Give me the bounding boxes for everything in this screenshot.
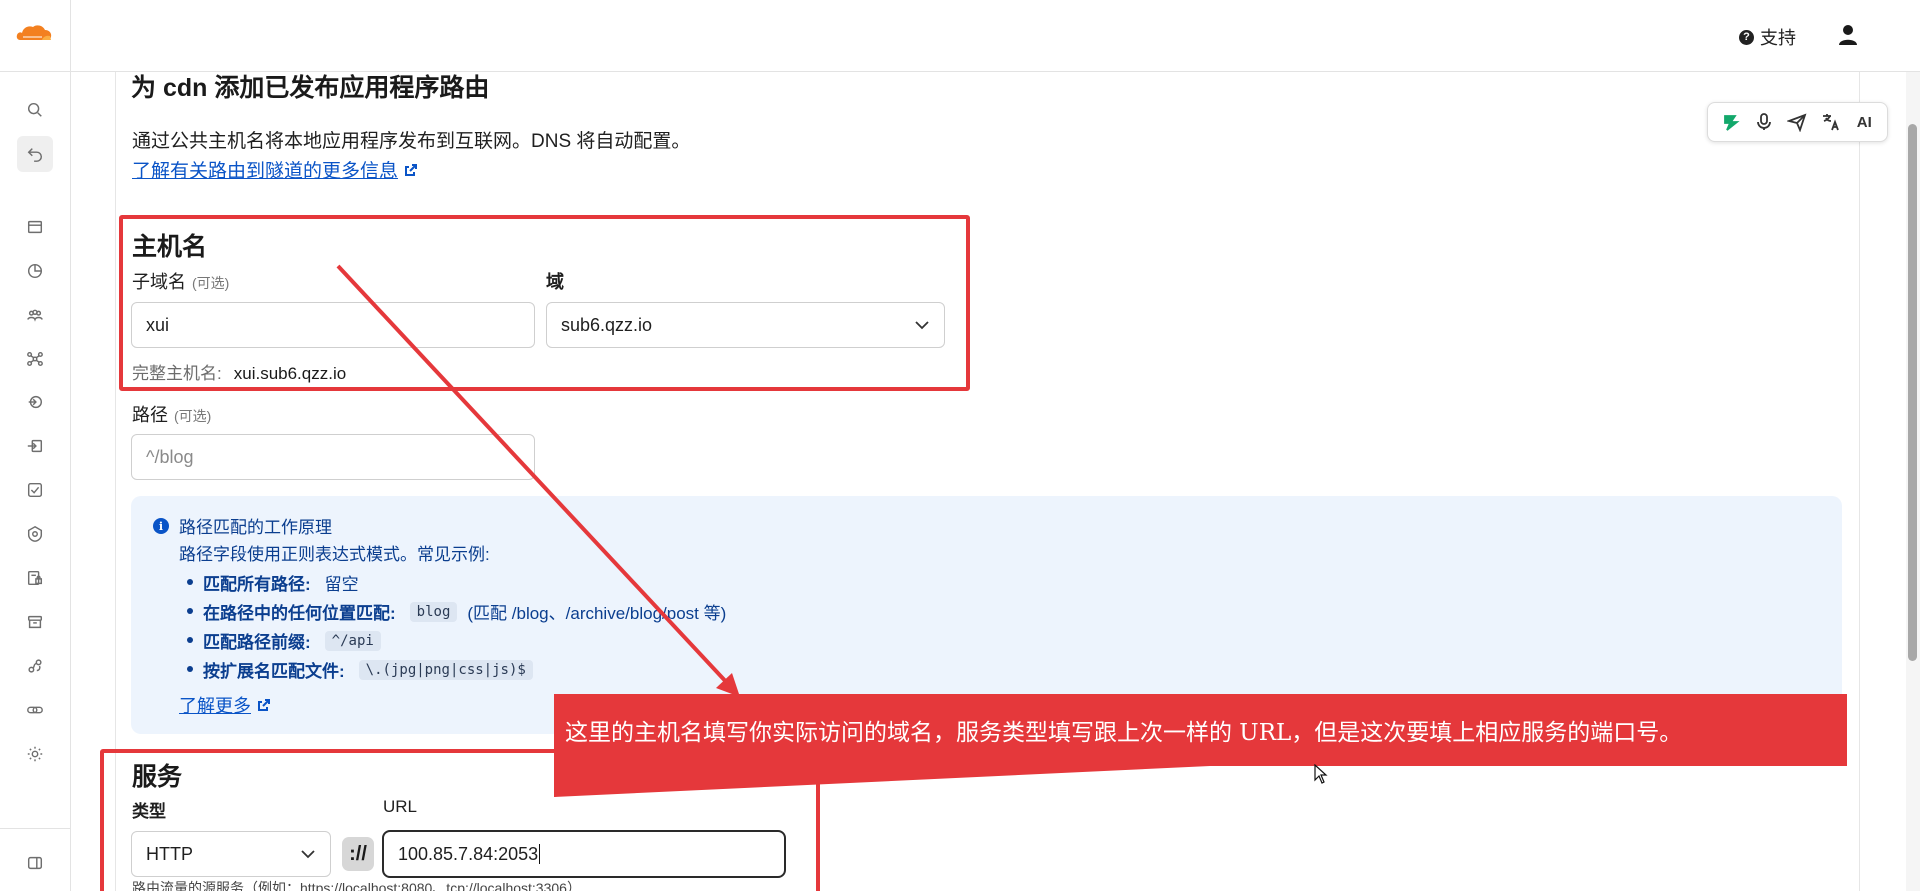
user-account-icon[interactable] — [1838, 24, 1858, 46]
info-subtitle: 路径字段使用正则表达式模式。常见示例: — [179, 545, 490, 564]
integrations-icon[interactable] — [17, 648, 53, 684]
pie-chart-icon[interactable] — [17, 253, 53, 289]
service-type-label: 类型 — [132, 802, 166, 821]
code-snippet: ^/api — [324, 630, 381, 651]
service-url-input[interactable]: 100.85.7.84:2053 — [382, 830, 786, 878]
routing-docs-link-label: 了解有关路由到隧道的更多信息 — [132, 161, 399, 182]
mouse-cursor-icon — [1314, 764, 1328, 784]
main-content: 为 cdn 添加已发布应用程序路由 通过公共主机名将本地应用程序发布到互联网。D… — [71, 72, 1920, 891]
help-icon: ? — [1739, 29, 1754, 45]
hostname-section-title: 主机名 — [132, 233, 208, 261]
full-hostname-value: xui.sub6.qzz.io — [233, 364, 347, 383]
annotation-callout: 这里的主机名填写你实际访问的域名，服务类型填写跟上次一样的 URL，但是这次要填… — [554, 694, 1847, 766]
protocol-separator: :// — [342, 837, 374, 871]
back-icon[interactable] — [17, 136, 53, 172]
text-caret — [539, 844, 541, 864]
code-snippet: \.(jpg|png|css|js)$ — [358, 659, 533, 680]
external-link-icon — [405, 163, 418, 176]
login-icon[interactable] — [17, 428, 53, 464]
floating-toolbar: AI — [1707, 102, 1888, 142]
list-item: 匹配路径前缀: ^/api — [179, 626, 726, 655]
translate-icon[interactable] — [1819, 110, 1843, 134]
page-title: 为 cdn 添加已发布应用程序路由 — [131, 74, 490, 102]
info-icon: i — [153, 518, 169, 534]
link-icon[interactable] — [17, 692, 53, 728]
service-type-select[interactable]: HTTP — [131, 831, 331, 877]
archive-icon[interactable] — [17, 604, 53, 640]
url-label: URL — [383, 797, 418, 816]
sidebar-toggle-icon[interactable] — [17, 845, 53, 881]
domain-select[interactable]: sub6.qzz.io — [546, 302, 945, 348]
support-label: 支持 — [1760, 28, 1796, 48]
shield-icon[interactable] — [17, 516, 53, 552]
path-label: 路径 (可选) — [132, 405, 212, 425]
domain-label: 域 — [546, 272, 564, 292]
users-icon[interactable] — [17, 297, 53, 333]
list-item: 匹配所有路径: 留空 — [179, 568, 726, 597]
browser-window-icon[interactable] — [17, 209, 53, 245]
path-input[interactable]: ^/blog — [131, 434, 535, 480]
ai-text-icon[interactable]: AI — [1852, 110, 1876, 134]
list-item: 按扩展名匹配文件: \.(jpg|png|css|js)$ — [179, 655, 726, 684]
page-description: 通过公共主机名将本地应用程序发布到互联网。DNS 将自动配置。 — [132, 131, 691, 152]
subdomain-input[interactable]: xui — [131, 302, 535, 348]
tunnel-route-icon[interactable] — [17, 384, 53, 420]
document-lock-icon[interactable] — [17, 560, 53, 596]
network-icon[interactable] — [17, 341, 53, 377]
search-icon[interactable] — [17, 92, 53, 128]
chevron-down-icon — [915, 321, 929, 330]
chevron-down-icon — [301, 850, 315, 859]
scrollbar-thumb[interactable] — [1908, 124, 1917, 661]
top-bar: ? 支持 — [71, 0, 1920, 72]
learn-more-link[interactable]: 了解更多 — [179, 692, 271, 718]
subdomain-label: 子域名 (可选) — [132, 272, 230, 292]
routing-docs-link[interactable]: 了解有关路由到隧道的更多信息 — [132, 156, 418, 183]
cloudflare-logo-icon[interactable] — [14, 22, 54, 44]
sidebar — [0, 0, 71, 891]
external-link-icon — [258, 699, 270, 711]
microphone-icon[interactable] — [1752, 110, 1776, 134]
service-url-hint: 路由流量的源服务（例如：https://localhost:8080、tcp:/… — [132, 880, 581, 891]
support-button[interactable]: ? 支持 — [1739, 24, 1796, 50]
code-snippet: blog — [409, 601, 458, 622]
service-section-title: 服务 — [132, 763, 183, 791]
info-example-list: 匹配所有路径: 留空 在路径中的任何位置匹配: blog (匹配 /blog、/… — [179, 568, 726, 684]
full-hostname: 完整主机名: xui.sub6.qzz.io — [132, 364, 347, 383]
settings-gear-icon[interactable] — [17, 736, 53, 772]
info-title: 路径匹配的工作原理 — [179, 518, 332, 537]
send-icon[interactable] — [1785, 110, 1809, 134]
translate-logo-icon[interactable] — [1719, 110, 1743, 134]
checklist-icon[interactable] — [17, 472, 53, 508]
list-item: 在路径中的任何位置匹配: blog (匹配 /blog、/archive/blo… — [179, 597, 726, 626]
